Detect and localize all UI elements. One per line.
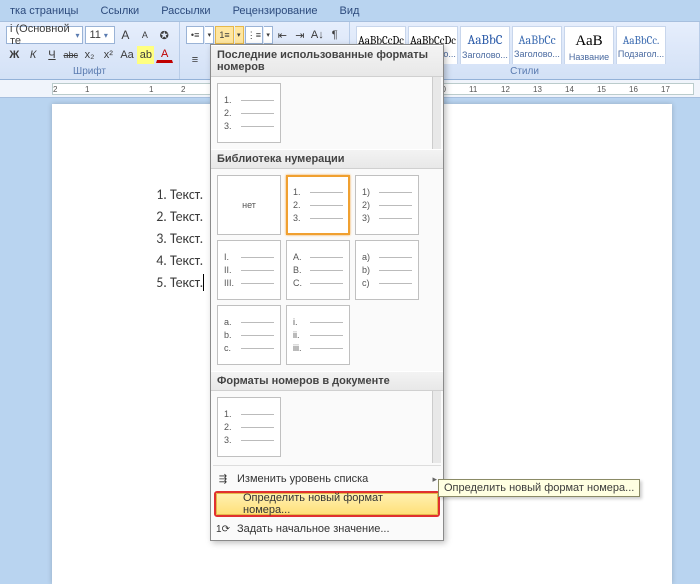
- section-library: Библиотека нумерации: [211, 149, 443, 169]
- strike-button[interactable]: abc: [62, 46, 79, 64]
- sort-button[interactable]: A↓: [309, 26, 325, 44]
- numbering-button[interactable]: 1≡: [215, 26, 233, 44]
- list-item[interactable]: Текст.: [170, 206, 204, 228]
- numbering-option[interactable]: A.B.C.: [286, 240, 350, 300]
- separator: [213, 465, 441, 466]
- numbering-none[interactable]: нет: [217, 175, 281, 235]
- highlight-frame: Определить новый формат номера...: [214, 491, 440, 517]
- style-item-3[interactable]: AaBbCcЗаголово...: [512, 26, 562, 64]
- shrink-font-button[interactable]: A: [136, 26, 153, 44]
- numbering-option[interactable]: i.ii.iii.: [286, 305, 350, 365]
- grow-font-button[interactable]: A: [117, 26, 134, 44]
- clear-format-button[interactable]: ✪: [156, 26, 173, 44]
- chevron-down-icon: ▾: [75, 31, 79, 40]
- style-item-5[interactable]: AaBbCc.Подзагол...: [616, 26, 666, 64]
- font-name-combo[interactable]: i (Основной те▾: [6, 26, 83, 44]
- tab-pagelayout[interactable]: тка страницы: [0, 2, 88, 21]
- case-button[interactable]: Aa: [119, 46, 136, 64]
- tab-view[interactable]: Вид: [330, 2, 370, 21]
- numbering-option[interactable]: 1.2.3.: [217, 397, 281, 457]
- scrollbar[interactable]: [432, 391, 441, 463]
- font-size-value: 11: [89, 29, 100, 41]
- ruler-mark: 11: [469, 85, 477, 94]
- bullets-drop[interactable]: ▾: [205, 26, 214, 44]
- bullets-button[interactable]: •≡: [186, 26, 204, 44]
- numbering-option[interactable]: I.II.III.: [217, 240, 281, 300]
- group-label-font: Шрифт: [6, 64, 173, 77]
- italic-button[interactable]: К: [25, 46, 42, 64]
- chevron-down-icon: ▾: [104, 31, 108, 40]
- ruler-mark: 1: [85, 85, 89, 94]
- numbering-dropdown: Последние использованные форматы номеров…: [210, 44, 444, 541]
- indent-button[interactable]: ⇥: [292, 26, 308, 44]
- underline-button[interactable]: Ч: [44, 46, 61, 64]
- section-indoc: Форматы номеров в документе: [211, 371, 443, 391]
- highlight-button[interactable]: ab: [137, 46, 154, 64]
- subscript-button[interactable]: x₂: [81, 46, 98, 64]
- list-item[interactable]: Текст.: [170, 184, 204, 206]
- document-content[interactable]: Текст.Текст.Текст.Текст.Текст.: [150, 184, 204, 294]
- numbering-option[interactable]: 1.2.3.: [286, 175, 350, 235]
- style-item-2[interactable]: AaBbCЗаголово...: [460, 26, 510, 64]
- list-item[interactable]: Текст.: [170, 228, 204, 250]
- font-name-value: i (Основной те: [10, 23, 72, 47]
- numbering-option[interactable]: 1.2.3.: [217, 83, 281, 143]
- tab-review[interactable]: Рецензирование: [223, 2, 328, 21]
- submenu-arrow-icon: ▸: [432, 474, 437, 485]
- ruler-mark: 15: [597, 85, 606, 94]
- superscript-button[interactable]: x²: [100, 46, 117, 64]
- numbering-option[interactable]: a.b.c.: [217, 305, 281, 365]
- scrollbar[interactable]: [432, 77, 441, 149]
- ruler-mark: 17: [661, 85, 670, 94]
- outdent-button[interactable]: ⇤: [274, 26, 290, 44]
- set-start-value-item[interactable]: 1⟳ Задать начальное значение...: [211, 518, 443, 540]
- ruler-mark: 1: [149, 85, 153, 94]
- tooltip: Определить новый формат номера...: [438, 479, 640, 497]
- set-start-value-label: Задать начальное значение...: [237, 523, 390, 535]
- align-left-button[interactable]: ≡: [186, 51, 204, 69]
- list-level-icon: ⇶: [216, 472, 230, 486]
- ruler-mark: 2: [53, 85, 57, 94]
- ruler-mark: 2: [181, 85, 185, 94]
- define-new-format-label: Определить новый формат номера...: [243, 492, 429, 516]
- start-value-icon: 1⟳: [216, 522, 230, 536]
- multilevel-button[interactable]: ⋮≡: [245, 26, 263, 44]
- section-recent: Последние использованные форматы номеров: [211, 45, 443, 77]
- numbering-option[interactable]: 1)2)3): [355, 175, 419, 235]
- numbering-drop[interactable]: ▾: [235, 26, 244, 44]
- ruler-mark: 16: [629, 85, 638, 94]
- font-color-button[interactable]: A: [156, 48, 173, 63]
- bold-button[interactable]: Ж: [6, 46, 23, 64]
- change-list-level-item[interactable]: ⇶ Изменить уровень списка ▸: [211, 468, 443, 490]
- style-item-4[interactable]: АаВНазвание: [564, 26, 614, 64]
- change-list-level-label: Изменить уровень списка: [237, 473, 368, 485]
- group-font: i (Основной те▾ 11▾ A A ✪ Ж К Ч abc x₂ x…: [0, 22, 180, 79]
- ruler-mark: 13: [533, 85, 542, 94]
- tab-links[interactable]: Ссылки: [90, 2, 149, 21]
- list-item[interactable]: Текст.: [170, 250, 204, 272]
- ruler-mark: 14: [565, 85, 574, 94]
- define-new-format-item[interactable]: Определить новый формат номера...: [216, 493, 438, 515]
- font-size-combo[interactable]: 11 ▾: [85, 26, 114, 44]
- numbering-option[interactable]: a)b)c): [355, 240, 419, 300]
- ribbon-tabs: тка страницы Ссылки Рассылки Рецензирова…: [0, 0, 700, 22]
- pilcrow-button[interactable]: ¶: [327, 26, 343, 44]
- multilevel-drop[interactable]: ▾: [264, 26, 273, 44]
- tab-mailings[interactable]: Рассылки: [151, 2, 220, 21]
- ruler-mark: 12: [501, 85, 510, 94]
- list-item[interactable]: Текст.: [170, 272, 204, 294]
